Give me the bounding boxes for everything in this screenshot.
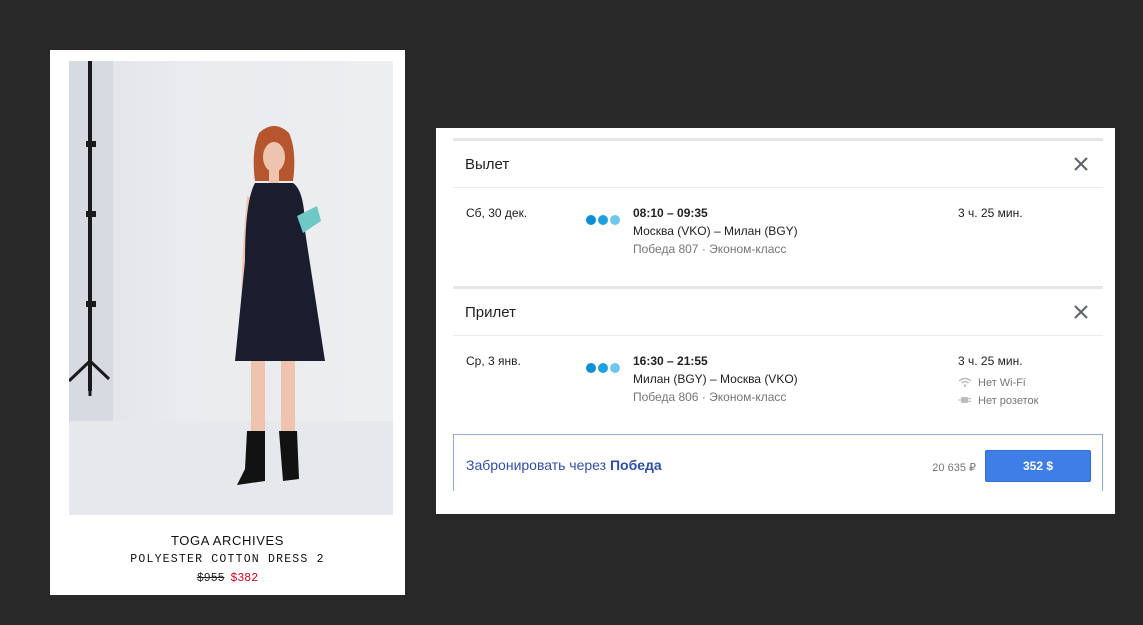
return-carrier: Победа 806 · Эконом-класс <box>633 390 787 404</box>
power-amenity: Нет розеток <box>958 395 1038 407</box>
wifi-icon <box>958 377 972 387</box>
price-rub: 20 635 ₽ <box>932 462 976 474</box>
departure-route: Москва (VKO) – Милан (BGY) <box>633 224 798 238</box>
book-price-button[interactable]: 352 $ <box>985 450 1091 482</box>
power-label: Нет розеток <box>978 395 1039 407</box>
close-icon[interactable] <box>1073 304 1089 320</box>
departure-carrier: Победа 807 · Эконом-класс <box>633 242 787 256</box>
booking-row[interactable]: Забронировать через Победа 20 635 ₽ 352 … <box>453 434 1103 491</box>
wifi-label: Нет Wi-Fi <box>978 377 1026 389</box>
price-original: $955 <box>196 572 225 585</box>
return-header: Прилет <box>453 289 1103 336</box>
product-photo[interactable] <box>69 61 393 515</box>
product-brand: TOGA ARCHIVES <box>170 533 285 548</box>
departure-leg: Вылет Сб, 30 дек. 08:10 – 09:35 Москва (… <box>453 138 1103 286</box>
return-route: Милан (BGY) – Москва (VKO) <box>633 372 798 386</box>
return-duration: 3 ч. 25 мин. <box>958 354 1023 368</box>
power-plug-icon <box>958 397 971 404</box>
price-sale: $382 <box>230 572 259 585</box>
return-title: Прилет <box>465 304 516 321</box>
return-details: Ср, 3 янв. 16:30 – 21:55 Милан (BGY) – М… <box>453 336 1103 432</box>
book-via-airline-link[interactable]: Забронировать через Победа <box>466 457 662 473</box>
book-airline: Победа <box>609 457 662 473</box>
model-photo-image <box>69 61 393 515</box>
close-icon[interactable] <box>1073 156 1089 172</box>
flight-details-panel: Вылет Сб, 30 дек. 08:10 – 09:35 Москва (… <box>436 128 1115 514</box>
departure-header: Вылет <box>453 141 1103 188</box>
departure-title: Вылет <box>465 156 510 173</box>
product-name[interactable]: POLYESTER COTTON DRESS 2 <box>50 553 405 566</box>
departure-times: 08:10 – 09:35 <box>633 206 708 220</box>
return-leg: Прилет Ср, 3 янв. 16:30 – 21:55 Милан (B… <box>453 286 1103 434</box>
product-prices: $955 $382 <box>50 572 405 585</box>
wifi-amenity: Нет Wi-Fi <box>958 377 1025 389</box>
return-times: 16:30 – 21:55 <box>633 354 708 368</box>
departure-details: Сб, 30 дек. 08:10 – 09:35 Москва (VKO) –… <box>453 188 1103 284</box>
product-card[interactable]: TOGA ARCHIVES POLYESTER COTTON DRESS 2 $… <box>50 50 405 595</box>
departure-duration: 3 ч. 25 мин. <box>958 206 1023 220</box>
book-prefix: Забронировать через <box>466 457 607 473</box>
airline-logo-icon <box>586 363 624 375</box>
departure-date: Сб, 30 дек. <box>466 206 528 220</box>
return-date: Ср, 3 янв. <box>466 354 521 368</box>
airline-logo-icon <box>586 215 624 227</box>
